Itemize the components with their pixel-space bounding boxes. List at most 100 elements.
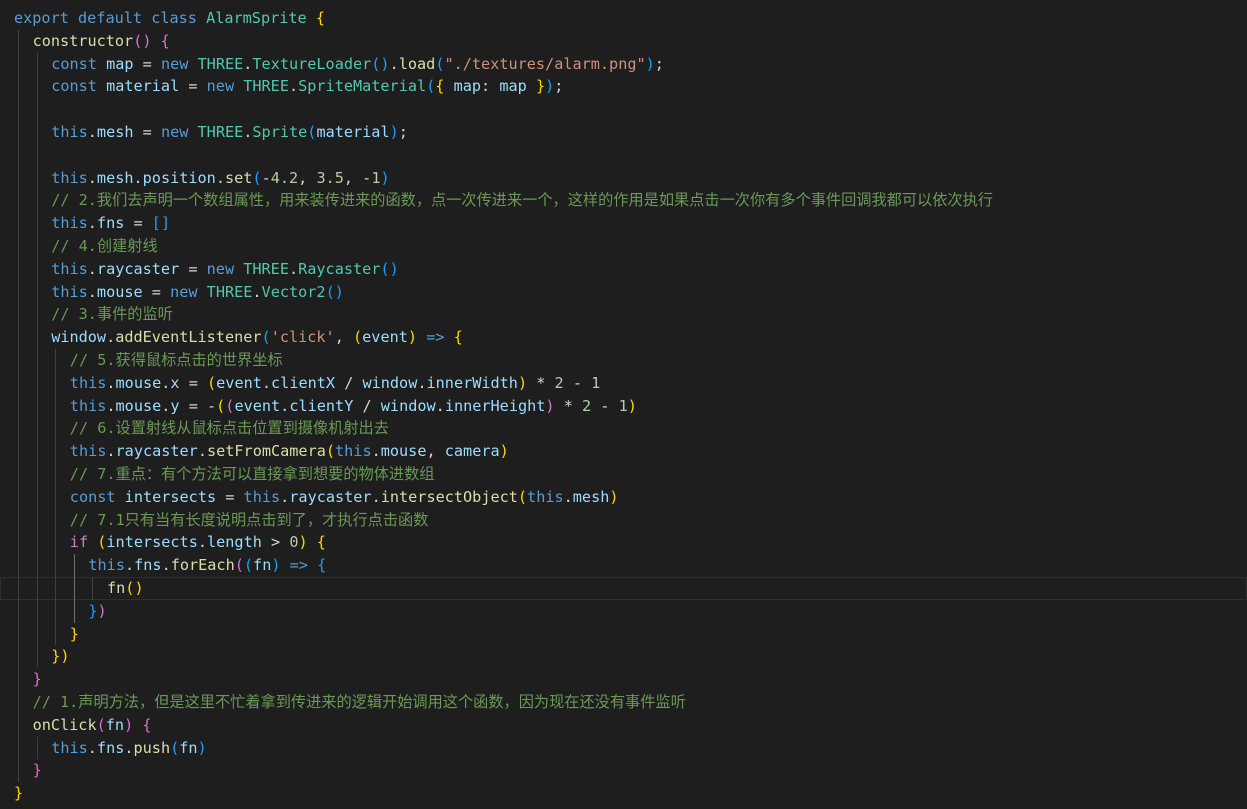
code-line[interactable]: this.mouse.y = -((event.clientY / window… <box>0 394 1247 418</box>
code-token: fn <box>105 715 125 734</box>
indent-guide <box>55 485 57 509</box>
code-line[interactable]: constructor() { <box>0 29 1247 53</box>
code-line[interactable]: // 1.声明方法，但是这里不忙着拿到传进来的逻辑开始调用这个函数，因为现在还没… <box>0 690 1247 714</box>
code-token: , <box>334 328 353 347</box>
code-token: "./textures/alarm.png" <box>444 54 646 73</box>
code-line[interactable]: if (intersects.length > 0) { <box>0 531 1247 555</box>
code-token: . <box>197 533 207 552</box>
code-line[interactable]: const intersects = this.raycaster.inters… <box>0 485 1247 509</box>
code-line[interactable]: this.mesh.position.set(-4.2, 3.5, -1) <box>0 166 1247 190</box>
indent-guide <box>18 417 19 441</box>
code-token: . <box>435 396 445 415</box>
code-token: const <box>51 77 97 96</box>
code-token: [] <box>151 214 171 233</box>
code-line[interactable]: }) <box>0 599 1247 623</box>
code-line[interactable]: this.fns = [] <box>0 212 1247 235</box>
code-token: THREE <box>243 259 289 278</box>
indent-guide <box>18 52 19 76</box>
code-line[interactable]: this.mouse.x = (event.clientX / window.i… <box>0 371 1247 395</box>
code-line[interactable]: // 5.获得鼠标点击的世界坐标 <box>0 348 1247 372</box>
code-line[interactable]: this.raycaster.setFromCamera(this.mouse,… <box>0 440 1247 463</box>
code-token: ( <box>170 738 180 757</box>
code-line[interactable]: onClick(fn) { <box>0 713 1247 737</box>
code-token: : <box>481 77 500 96</box>
code-content: this.fns = [] <box>51 212 170 235</box>
code-token: set <box>224 168 253 187</box>
code-token: . <box>87 168 97 187</box>
code-line[interactable]: const map = new THREE.TextureLoader().lo… <box>0 52 1247 76</box>
indent-guide <box>18 576 19 600</box>
code-token: export <box>14 9 69 27</box>
code-token: = <box>179 77 207 96</box>
code-line[interactable]: // 4.创建射线 <box>0 234 1247 258</box>
code-line[interactable]: } <box>0 668 1247 691</box>
code-token: . <box>371 487 381 506</box>
code-line[interactable]: // 3.事件的监听 <box>0 303 1247 327</box>
code-line[interactable]: this.mouse = new THREE.Vector2() <box>0 280 1247 304</box>
indent-guide <box>36 736 38 760</box>
code-line[interactable]: // 6.设置射线从鼠标点击位置到摄像机射出去 <box>0 417 1247 441</box>
code-line[interactable]: this.raycaster = new THREE.Raycaster() <box>0 257 1247 281</box>
code-line[interactable]: export default class AlarmSprite { <box>0 7 1247 30</box>
code-token: { <box>317 556 327 575</box>
indent-guide <box>18 371 19 395</box>
code-line[interactable]: // 2.我们去声明一个数组属性，用来装传进来的函数，点一次传进来一个，这样的作… <box>0 189 1247 213</box>
code-token: ) <box>545 77 555 96</box>
code-token: ) <box>407 328 418 347</box>
code-token: - <box>591 396 619 415</box>
code-line[interactable]: fn() <box>0 576 1247 600</box>
indent-guide <box>36 166 38 190</box>
code-line[interactable]: } <box>0 782 1247 805</box>
code-token: intersects <box>106 533 198 552</box>
indent-guide <box>36 645 38 669</box>
code-line[interactable] <box>0 143 1247 167</box>
code-line[interactable]: window.addEventListener('click', (event)… <box>0 326 1247 349</box>
code-token: = - <box>179 396 217 415</box>
code-token: addEventListener <box>115 328 262 347</box>
code-line[interactable]: } <box>0 622 1247 646</box>
code-token: innerWidth <box>426 373 518 392</box>
code-content: onClick(fn) { <box>33 714 152 737</box>
indent-guide <box>36 303 38 327</box>
code-line[interactable]: this.fns.forEach((fn) => { <box>0 554 1247 577</box>
indent-guide <box>36 212 38 235</box>
code-line[interactable]: this.mesh = new THREE.Sprite(material); <box>0 120 1247 144</box>
code-token: ) <box>197 738 207 757</box>
code-editor[interactable]: export default class AlarmSprite {constr… <box>0 0 1247 809</box>
code-token: { <box>316 533 326 552</box>
code-token: load <box>398 54 436 73</box>
indent-guide <box>92 576 94 600</box>
code-token: fns <box>134 556 162 575</box>
indent-guide <box>18 143 19 167</box>
code-token: clientX <box>271 373 336 392</box>
code-line[interactable]: // 7.1只有当有长度说明点击到了，才执行点击函数 <box>0 508 1247 532</box>
indent-guide <box>55 531 57 555</box>
code-token: mesh <box>96 122 134 141</box>
code-token: intersectObject <box>380 487 518 506</box>
code-token: ; <box>654 54 664 73</box>
code-line[interactable]: }) <box>0 645 1247 669</box>
code-token: event <box>216 373 262 392</box>
code-token: fns <box>96 214 125 233</box>
code-content: const map = new THREE.TextureLoader().lo… <box>51 53 664 76</box>
code-line[interactable] <box>0 98 1247 121</box>
code-token: event <box>234 396 281 415</box>
code-token: = <box>133 54 161 73</box>
indent-guide <box>73 554 75 577</box>
indent-guide <box>18 394 19 418</box>
code-line[interactable]: this.fns.push(fn) <box>0 736 1247 760</box>
code-token: this <box>88 556 125 575</box>
code-comment: // 6.设置射线从鼠标点击位置到摄像机射出去 <box>69 419 389 438</box>
code-token: ( <box>426 77 436 96</box>
indent-guide <box>18 348 19 372</box>
code-token: camera <box>444 442 500 461</box>
code-line[interactable]: // 7.重点：有个方法可以直接拿到想要的物体进数组 <box>0 462 1247 486</box>
code-line[interactable]: const material = new THREE.SpriteMateria… <box>0 75 1247 99</box>
code-token: ( <box>325 442 336 461</box>
code-line[interactable]: } <box>0 759 1247 783</box>
indent-guide <box>18 166 19 190</box>
code-token: this <box>69 396 107 415</box>
